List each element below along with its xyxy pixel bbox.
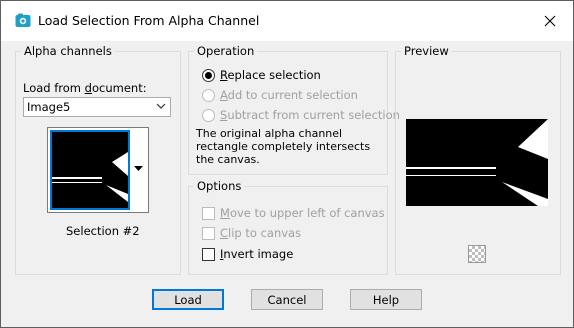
alpha-channels-title: Alpha channels xyxy=(21,44,115,58)
checkbox-indicator xyxy=(202,206,215,220)
app-icon xyxy=(15,13,31,27)
document-select-value: Image5 xyxy=(27,100,71,114)
cancel-button[interactable]: Cancel xyxy=(251,289,323,310)
load-button[interactable]: Load xyxy=(152,289,224,310)
move-to-upper-left-label: Move to upper left of canvas xyxy=(220,206,385,220)
subtract-from-selection-radio[interactable]: Subtract from current selection xyxy=(202,108,400,122)
operation-title: Operation xyxy=(194,44,258,58)
alpha-channel-thumbnail[interactable] xyxy=(50,130,130,210)
preview-title: Preview xyxy=(401,44,452,58)
move-to-upper-left-checkbox[interactable]: Move to upper left of canvas xyxy=(202,206,385,220)
operation-description: The original alpha channel rectangle com… xyxy=(196,127,371,166)
radio-indicator xyxy=(202,88,215,102)
preview-image xyxy=(406,119,548,206)
subtract-from-selection-label: Subtract from current selection xyxy=(220,108,400,122)
close-button[interactable] xyxy=(527,1,573,41)
chevron-down-icon xyxy=(156,103,166,109)
replace-selection-label: Replace selection xyxy=(220,68,321,82)
alpha-channel-picker[interactable] xyxy=(47,127,149,213)
replace-selection-radio[interactable]: Replace selection xyxy=(202,68,321,82)
close-icon xyxy=(544,15,556,27)
selection-name: Selection #2 xyxy=(66,224,140,238)
dialog-window: Load Selection From Alpha Channel Alpha … xyxy=(0,0,574,328)
add-to-selection-radio[interactable]: Add to current selection xyxy=(202,88,358,102)
thumbnail-image xyxy=(52,132,128,208)
add-to-selection-label: Add to current selection xyxy=(220,88,358,102)
clip-to-canvas-label: Clip to canvas xyxy=(220,226,302,240)
title-bar: Load Selection From Alpha Channel xyxy=(1,1,573,41)
load-from-document-label: Load from document: xyxy=(23,81,147,95)
checkbox-indicator xyxy=(202,247,215,261)
window-title: Load Selection From Alpha Channel xyxy=(38,13,260,28)
radio-indicator xyxy=(202,68,215,82)
invert-image-label: Invert image xyxy=(220,247,294,261)
options-title: Options xyxy=(194,179,245,193)
preview-graphic xyxy=(406,119,548,206)
checkbox-indicator xyxy=(202,226,215,240)
clip-to-canvas-checkbox[interactable]: Clip to canvas xyxy=(202,226,301,240)
background-toggle-icon[interactable] xyxy=(468,245,486,263)
help-button[interactable]: Help xyxy=(350,289,422,310)
document-select[interactable]: Image5 xyxy=(23,97,171,117)
radio-indicator xyxy=(202,108,215,122)
dropdown-arrow-icon[interactable] xyxy=(134,166,143,172)
invert-image-checkbox[interactable]: Invert image xyxy=(202,247,293,261)
